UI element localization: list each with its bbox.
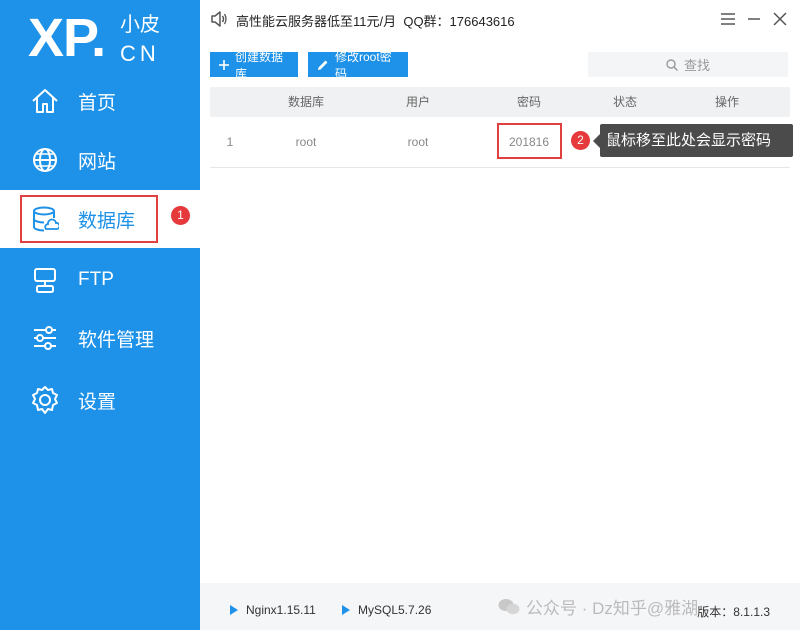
app-logo: XP. 小皮 CN — [28, 6, 188, 68]
version-label: 版本：8.1.1.3 — [697, 605, 770, 619]
menu-icon[interactable] — [717, 8, 739, 30]
home-icon — [30, 86, 60, 116]
password-tooltip: 鼠标移至此处会显示密码 — [593, 124, 793, 157]
sidebar-item-label: 首页 — [78, 92, 117, 114]
search-input[interactable]: 查找 — [588, 52, 788, 77]
wechat-icon — [498, 598, 520, 616]
row-user: root — [407, 135, 429, 149]
watermark: 公众号 · Dz知乎@雅湖 — [498, 594, 698, 619]
sliders-icon — [30, 323, 60, 353]
sidebar-item-ftp[interactable]: FTP — [0, 251, 200, 309]
status-bar: Nginx1.15.11 MySQL5.7.26 公众号 · Dz知乎@雅湖 版… — [200, 583, 800, 630]
sidebar-item-website[interactable]: 网站 — [0, 131, 200, 189]
ftp-icon — [30, 265, 60, 295]
highlight-box-database — [20, 195, 158, 243]
gear-icon — [30, 385, 60, 415]
table-header: 数据库 用户 密码 状态 操作 — [210, 87, 790, 117]
column-header-user: 用户 — [405, 95, 431, 109]
globe-icon — [30, 145, 60, 175]
play-icon — [342, 605, 350, 615]
close-icon[interactable] — [769, 8, 791, 30]
plus-icon — [219, 59, 229, 70]
column-header-actions: 操作 — [714, 95, 740, 109]
column-header-password: 密码 — [516, 95, 542, 109]
title-bar: 高性能云服务器低至11元/月 QQ群：176643616 — [200, 0, 800, 40]
logo-text: XP. — [28, 8, 106, 68]
pencil-icon — [317, 59, 329, 71]
sidebar-item-label: 软件管理 — [78, 329, 155, 351]
column-header-database: 数据库 — [287, 95, 325, 109]
sidebar-item-label: FTP — [78, 269, 114, 290]
nginx-label: Nginx1.15.11 — [246, 603, 316, 617]
modify-root-password-label: 修改root密码 — [335, 49, 392, 81]
row-database: root — [295, 135, 317, 149]
create-database-label: 创建数据库 — [235, 49, 284, 81]
highlight-box-password — [497, 123, 562, 159]
watermark-text: 公众号 · Dz知乎@雅湖 — [526, 599, 699, 618]
row-index: 1 — [226, 135, 234, 149]
annotation-badge-2: 2 — [571, 131, 590, 150]
sidebar-item-label: 设置 — [78, 391, 117, 413]
sidebar-item-software[interactable]: 软件管理 — [0, 309, 200, 367]
column-header-status: 状态 — [612, 95, 638, 109]
nginx-status[interactable]: Nginx1.15.11 — [230, 603, 316, 617]
minimize-icon[interactable] — [743, 8, 765, 30]
sidebar: XP. 小皮 CN 首页 网站 数据库 1 FTP 软件管理 设置 — [0, 0, 200, 630]
search-placeholder: 查找 — [683, 58, 710, 73]
sidebar-item-home[interactable]: 首页 — [0, 72, 200, 130]
search-icon — [666, 58, 678, 71]
annotation-badge-1: 1 — [171, 206, 190, 225]
notice-text[interactable]: 高性能云服务器低至11元/月 QQ群：176643616 — [236, 11, 515, 30]
logo-domain: CN — [120, 41, 160, 66]
modify-root-password-button[interactable]: 修改root密码 — [308, 50, 408, 81]
speaker-icon — [210, 10, 228, 33]
sidebar-item-settings[interactable]: 设置 — [0, 371, 200, 429]
play-icon — [230, 605, 238, 615]
mysql-status[interactable]: MySQL5.7.26 — [342, 603, 431, 617]
create-database-button[interactable]: 创建数据库 — [210, 50, 298, 81]
logo-subtitle: 小皮 — [120, 14, 160, 36]
sidebar-item-label: 网站 — [78, 151, 117, 173]
mysql-label: MySQL5.7.26 — [358, 603, 432, 617]
